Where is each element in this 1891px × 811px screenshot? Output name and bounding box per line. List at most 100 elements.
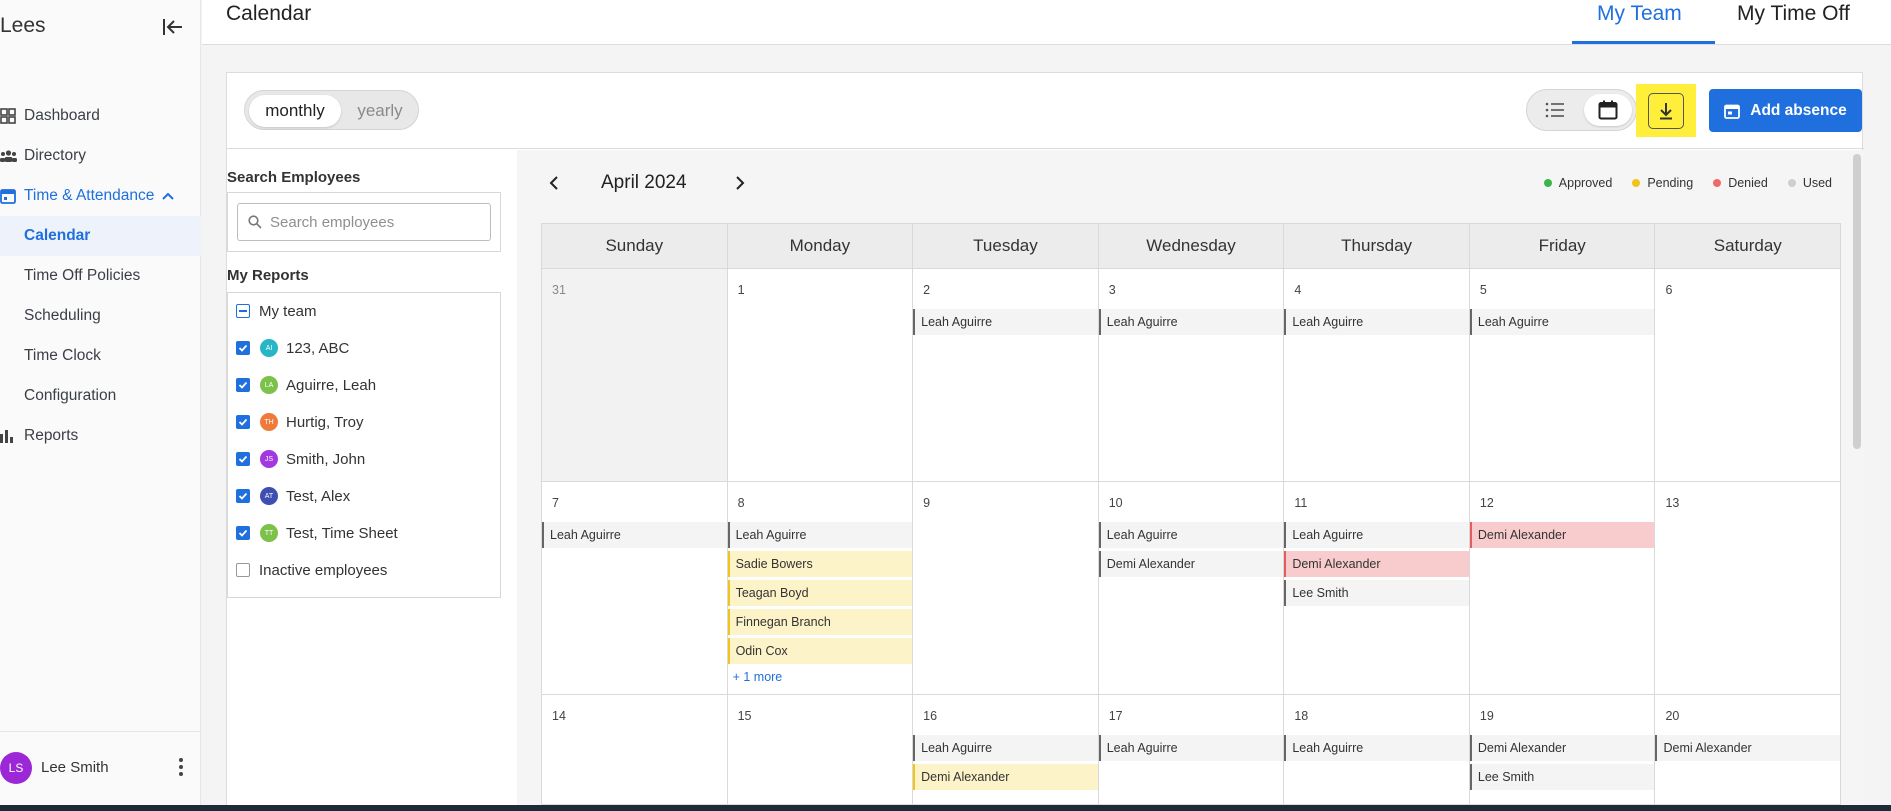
inactive-employees-row[interactable]: Inactive employees [236,557,387,583]
more-events-link[interactable]: + 1 more [728,667,913,687]
absence-event[interactable]: Lee Smith [1469,764,1655,790]
sidebar-item-time-clock[interactable]: Time Clock [0,336,201,376]
scrollbar[interactable] [1853,154,1861,449]
calendar-day-cell[interactable]: 4 Leah Aguirre [1284,269,1470,482]
tab-my-team[interactable]: My Team [1597,2,1682,26]
calendar-day-cell[interactable]: 7 Leah Aguirre [542,482,728,695]
employee-name: Smith, John [286,450,366,468]
indeterminate-checkbox-icon[interactable] [236,304,250,318]
absence-event[interactable]: Leah Aguirre [1098,522,1284,548]
absence-event[interactable]: Leah Aguirre [727,522,913,548]
top-bar: Calendar My Team My Time Off [202,0,1891,45]
search-input[interactable] [270,213,480,231]
absence-event[interactable]: Leah Aguirre [1098,309,1284,335]
calendar-view-icon[interactable] [1584,94,1632,126]
avatar[interactable]: LS [0,752,32,784]
absence-event[interactable]: Demi Alexander [1284,551,1469,577]
absence-event[interactable]: Demi Alexander [1469,735,1655,761]
calendar-day-cell[interactable]: 20 Demi Alexander [1655,695,1842,805]
sidebar-item-directory[interactable]: Directory [0,136,201,176]
employee-row[interactable]: AI 123, ABC [236,335,349,361]
absence-event[interactable]: Sadie Bowers [727,551,913,577]
checkbox-checked-icon[interactable] [236,452,250,466]
absence-event[interactable]: Leah Aguirre [1469,309,1655,335]
sidebar-item-label: Time & Attendance [24,187,155,204]
calendar-day-cell[interactable]: 18 Leah Aguirre [1284,695,1470,805]
sidebar-item-dashboard[interactable]: Dashboard [0,96,201,136]
employee-row[interactable]: JS Smith, John [236,446,365,472]
employee-row[interactable]: TT Test, Time Sheet [236,520,398,546]
calendar-day-cell[interactable]: 16 Leah Aguirre Demi Alexander [913,695,1099,805]
employee-row[interactable]: LA Aguirre, Leah [236,372,376,398]
sidebar-item-configuration[interactable]: Configuration [0,376,201,416]
calendar-day-cell[interactable]: 8 Leah Aguirre Sadie Bowers Teagan Boyd Finn… [727,482,914,695]
calendar-day-cell[interactable]: 9 [913,482,1099,695]
sidebar-item-time-off-policies[interactable]: Time Off Policies [0,256,201,296]
calendar-day-cell[interactable]: 19 Demi Alexander Lee Smith [1469,695,1656,805]
absence-event[interactable]: Leah Aguirre [1098,735,1284,761]
checkbox-empty-icon[interactable] [236,563,250,577]
sidebar-item-scheduling[interactable]: Scheduling [0,296,201,336]
calendar-week-row: 14 15 16 Leah Aguirre Demi Alexander 17 Leah A… [542,695,1842,805]
tab-my-time-off[interactable]: My Time Off [1737,2,1850,26]
calendar-day-cell[interactable]: 5 Leah Aguirre [1469,269,1656,482]
calendar-day-cell[interactable]: 11 Leah Aguirre Demi Alexander Lee Smith [1284,482,1470,695]
yearly-option[interactable]: yearly [345,95,415,127]
employee-row[interactable]: TH Hurtig, Troy [236,409,364,435]
day-number: 3 [1108,283,1116,297]
absence-event[interactable]: Teagan Boyd [727,580,913,606]
absence-event[interactable]: Demi Alexander [1469,522,1655,548]
calendar-day-cell[interactable]: 31 [542,269,728,482]
calendar-day-cell[interactable]: 10 Leah Aguirre Demi Alexander [1098,482,1285,695]
chevron-right-icon[interactable] [727,170,753,196]
sidebar: Lees Dashboard Directory Time & Attendan… [0,0,201,811]
day-number: 19 [1479,709,1494,723]
checkbox-checked-icon[interactable] [236,526,250,540]
absence-event[interactable]: Leah Aguirre [913,735,1098,761]
day-events: Leah Aguirre Sadie Bowers Teagan Boyd Finne… [727,522,913,687]
search-field[interactable] [237,203,491,241]
checkbox-checked-icon[interactable] [236,341,250,355]
absence-event[interactable]: Leah Aguirre [1284,309,1469,335]
calendar-day-cell[interactable]: 12 Demi Alexander [1469,482,1656,695]
chevron-left-icon[interactable] [541,170,567,196]
absence-event[interactable]: Leah Aguirre [913,309,1098,335]
sidebar-item-time-attendance[interactable]: Time & Attendance [0,176,201,216]
calendar-day-cell[interactable]: 1 [727,269,914,482]
add-absence-button[interactable]: Add absence [1709,89,1862,132]
absence-event[interactable]: Leah Aguirre [1284,522,1469,548]
download-button[interactable] [1636,84,1696,137]
sidebar-item-calendar[interactable]: Calendar [0,216,201,256]
active-tab-indicator [1572,41,1715,44]
sidebar-item-reports[interactable]: Reports [0,416,201,456]
employee-row[interactable]: AT Test, Alex [236,483,350,509]
checkbox-checked-icon[interactable] [236,378,250,392]
calendar-grid: Sunday Monday Tuesday Wednesday Thursday… [541,223,1842,805]
checkbox-checked-icon[interactable] [236,415,250,429]
employee-name: Aguirre, Leah [286,376,377,394]
absence-event[interactable]: Leah Aguirre [542,522,727,548]
absence-event[interactable]: Demi Alexander [913,764,1098,790]
checkbox-checked-icon[interactable] [236,489,250,503]
calendar-day-cell[interactable]: 17 Leah Aguirre [1098,695,1285,805]
absence-event[interactable]: Lee Smith [1284,580,1469,606]
brand-name: Lees [0,14,46,37]
taskbar-strip [0,805,1891,811]
absence-event[interactable]: Odin Cox [727,638,913,664]
calendar-day-cell[interactable]: 13 [1655,482,1842,695]
calendar-icon [0,188,24,204]
absence-event[interactable]: Finnegan Branch [727,609,913,635]
list-view-icon[interactable] [1531,94,1579,126]
calendar-day-cell[interactable]: 6 [1655,269,1842,482]
absence-event[interactable]: Demi Alexander [1655,735,1841,761]
my-team-checkbox-row[interactable]: My team [236,298,317,324]
calendar-day-cell[interactable]: 15 [727,695,914,805]
absence-event[interactable]: Leah Aguirre [1284,735,1469,761]
more-vert-icon[interactable] [176,756,186,778]
collapse-sidebar-icon[interactable] [160,14,186,40]
absence-event[interactable]: Demi Alexander [1098,551,1284,577]
calendar-day-cell[interactable]: 3 Leah Aguirre [1098,269,1285,482]
calendar-day-cell[interactable]: 2 Leah Aguirre [913,269,1099,482]
monthly-option[interactable]: monthly [249,95,341,127]
calendar-day-cell[interactable]: 14 [542,695,728,805]
